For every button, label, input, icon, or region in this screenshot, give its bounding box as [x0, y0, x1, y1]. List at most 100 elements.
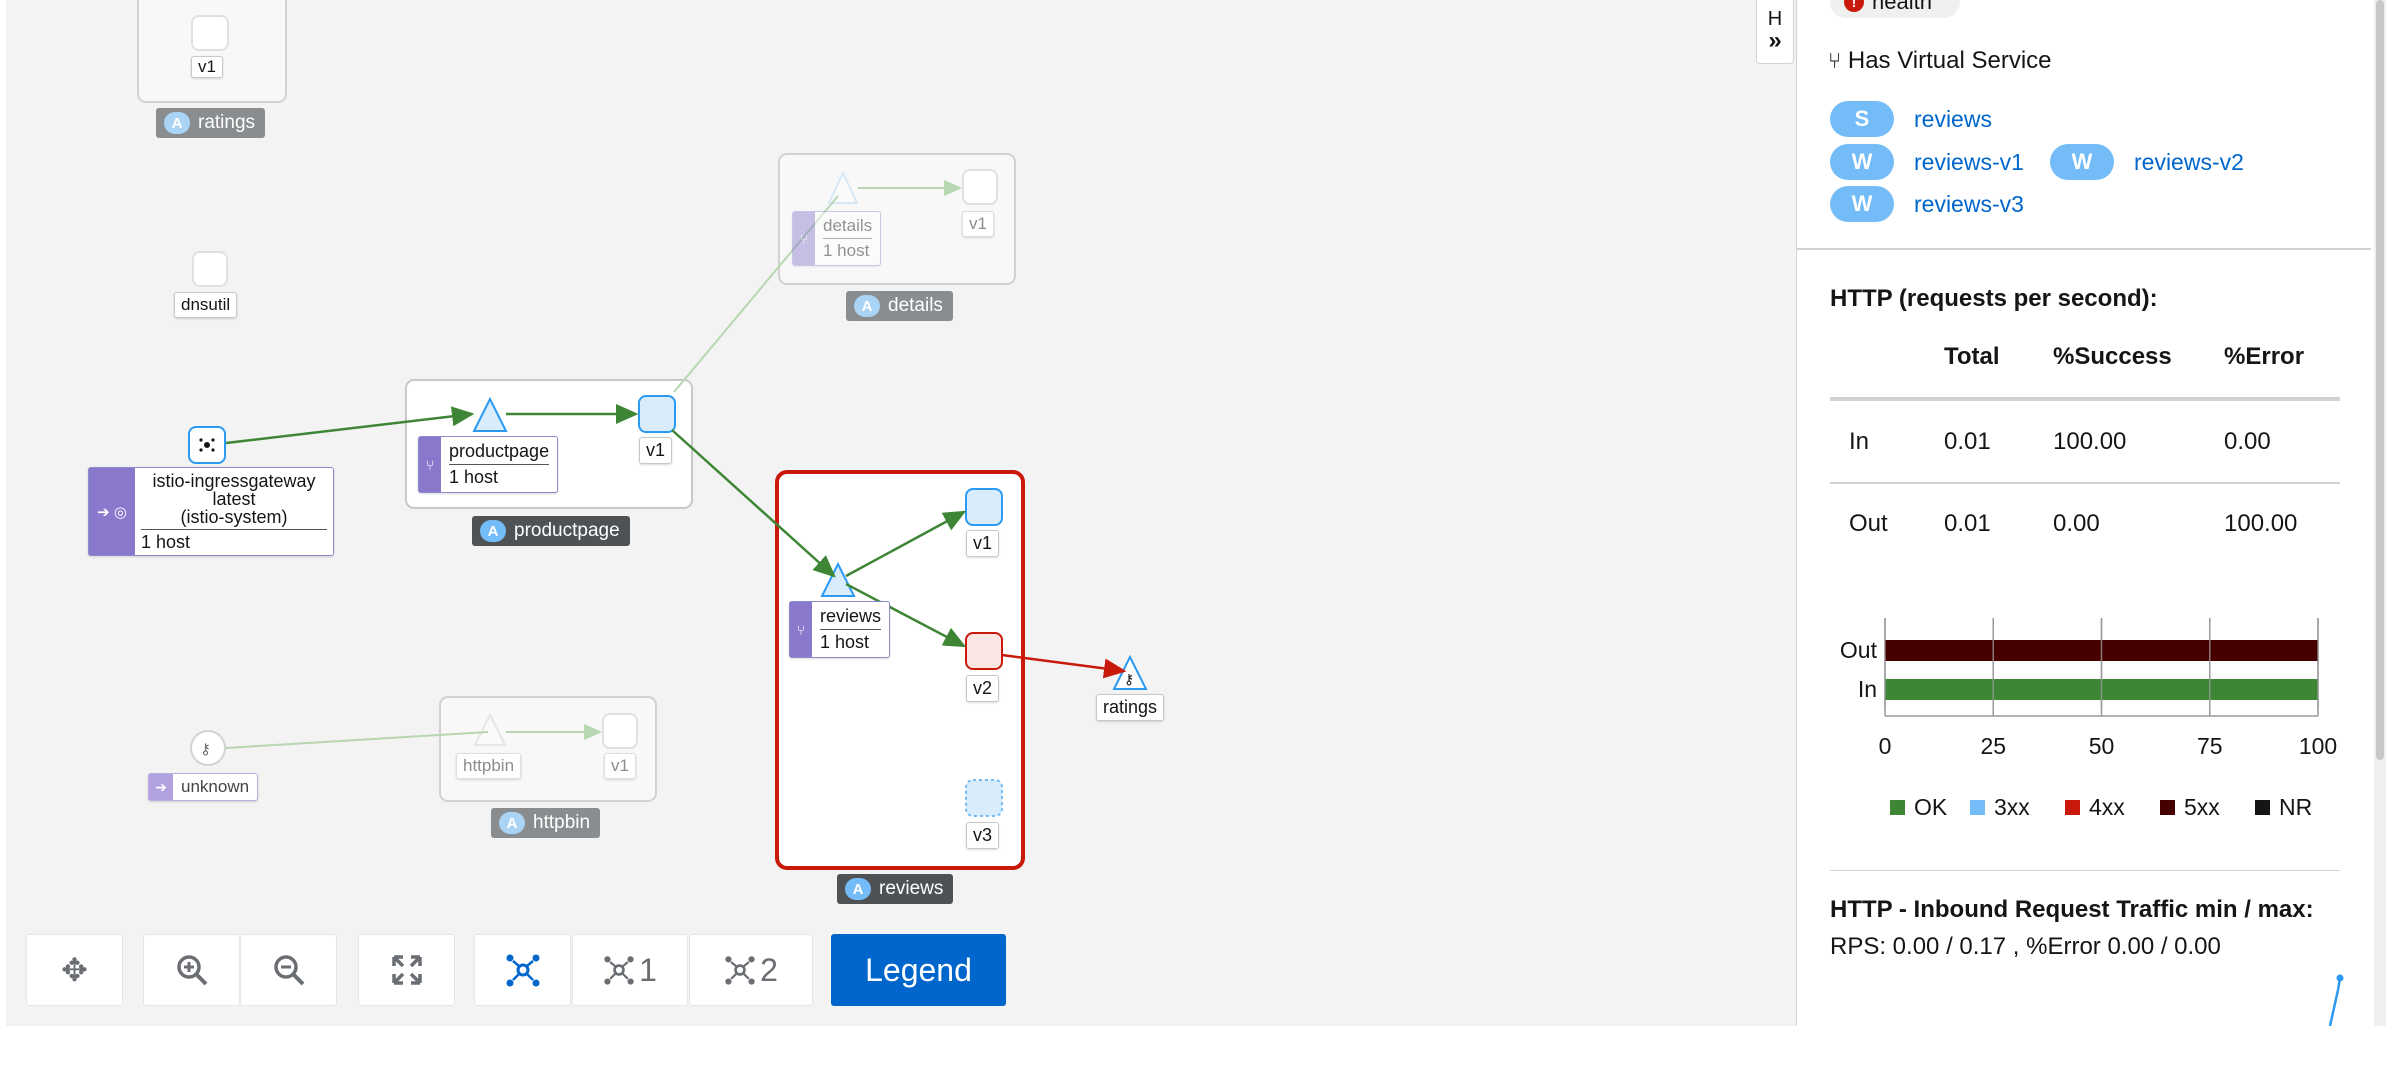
- reviews-v3-label: v3: [966, 822, 1000, 849]
- reviews-v2-label: v2: [966, 675, 1000, 702]
- reviews-v1-node: [965, 488, 1003, 526]
- workload-link-reviews-v1[interactable]: reviews-v1: [1914, 149, 2024, 176]
- unknown-icon: ➔: [149, 774, 173, 800]
- pan-button[interactable]: ✥: [26, 934, 123, 1006]
- health-badge: ! health: [1830, 0, 1960, 18]
- zoom-out-button[interactable]: [240, 934, 337, 1006]
- app-badge: A: [164, 112, 190, 134]
- service-badge: S: [1830, 101, 1894, 137]
- layout-default-icon: [506, 954, 539, 987]
- legend-swatch-ok: [1890, 800, 1905, 815]
- unknown-label[interactable]: ➔ unknown: [148, 773, 259, 801]
- traffic-chart: 0 25 50 75 100 Out In OK 3xx 4xx 5xx NR: [1840, 618, 2337, 820]
- legend-swatch-5xx: [2160, 800, 2175, 815]
- hide-label: H: [1767, 8, 1783, 30]
- productpage-service-name: productpage: [449, 439, 550, 465]
- layout-1-icon: [604, 956, 634, 985]
- section-divider: [1797, 248, 2371, 250]
- table-cell: 0.01: [1944, 428, 1991, 455]
- layout-2-icon: [725, 956, 755, 985]
- reviews-hosts: 1 host: [820, 632, 870, 652]
- productpage-hosts: 1 host: [449, 467, 499, 487]
- details-service-label[interactable]: ⑂ details 1 host: [792, 211, 882, 266]
- gateway-version: latest: [212, 489, 256, 509]
- details-service-name: details: [823, 214, 873, 239]
- details-app-label[interactable]: A details: [846, 291, 953, 321]
- legend-label-ok: OK: [1914, 794, 1948, 820]
- gateway-icons: ➔ ◎: [89, 468, 135, 555]
- pan-icon: ✥: [61, 952, 88, 988]
- category-label: In: [1858, 676, 1877, 702]
- svg-text:⚷: ⚷: [1124, 672, 1134, 688]
- table-header-success: %Success: [2053, 343, 2172, 370]
- app-badge: A: [499, 812, 525, 834]
- scrollbar-thumb[interactable]: [2376, 0, 2384, 760]
- layout-1-button[interactable]: 1: [572, 934, 688, 1006]
- ratings-v1-label: v1: [191, 56, 223, 78]
- layout-2-button[interactable]: 2: [689, 934, 813, 1006]
- zoom-in-button[interactable]: [143, 934, 240, 1006]
- details-hosts: 1 host: [823, 241, 870, 260]
- workload-link-reviews-v2[interactable]: reviews-v2: [2134, 149, 2244, 176]
- x-tick-label: 50: [2089, 733, 2115, 759]
- legend-label-3xx: 3xx: [1994, 794, 2030, 820]
- x-tick-label: 100: [2299, 733, 2337, 759]
- table-cell: 100.00: [2224, 510, 2298, 537]
- ratings-app-name: ratings: [198, 112, 256, 133]
- service-link-reviews[interactable]: reviews: [1914, 106, 1992, 133]
- inbound-stats: RPS: 0.00 / 0.17 , %Error 0.00 / 0.00: [1830, 933, 2221, 960]
- reviews-v3-node: [965, 779, 1003, 817]
- table-cell: 0.00: [2053, 510, 2100, 537]
- reviews-app-name: reviews: [879, 878, 944, 899]
- httpbin-app-name: httpbin: [533, 812, 591, 833]
- reviews-v1-label: v1: [966, 530, 1000, 557]
- branch-icon: ⑂: [793, 212, 815, 265]
- health-label: health: [1872, 0, 1932, 14]
- error-icon: !: [1844, 0, 1864, 12]
- graph-canvas[interactable]: ⚷ ⚷ v1 A ratings dnsutil ⑂ details 1 hos…: [6, 0, 1796, 1026]
- productpage-v1-label: v1: [639, 437, 673, 464]
- ratings-v1-node: [191, 15, 229, 51]
- productpage-service-label[interactable]: ⑂ productpage 1 host: [418, 436, 559, 493]
- dnsutil-label: dnsutil: [174, 292, 238, 318]
- inbound-title: HTTP - Inbound Request Traffic min / max…: [1830, 896, 2314, 923]
- ratings-service-label: ratings: [1096, 694, 1165, 721]
- gateway-label[interactable]: ➔ ◎ istio-ingressgateway latest (istio-s…: [88, 467, 334, 556]
- ratings-app-label[interactable]: A ratings: [156, 108, 266, 138]
- reviews-app-label[interactable]: A reviews: [837, 874, 954, 904]
- table-cell: Out: [1849, 510, 1888, 537]
- gateway-namespace: (istio-system): [141, 508, 327, 530]
- table-cell: 100.00: [2053, 428, 2127, 455]
- layout-default-button[interactable]: [474, 934, 571, 1006]
- table-header-total: Total: [1944, 343, 2000, 370]
- fit-icon: [391, 955, 422, 985]
- unknown-name: unknown: [181, 777, 250, 796]
- gateway-hosts: 1 host: [141, 532, 191, 552]
- httpbin-service-label: httpbin: [456, 753, 522, 779]
- workload-link-reviews-v3[interactable]: reviews-v3: [1914, 191, 2024, 218]
- x-tick-label: 0: [1879, 733, 1892, 759]
- reviews-service-name: reviews: [820, 604, 882, 630]
- x-tick-label: 25: [1980, 733, 2006, 759]
- legend-swatch-3xx: [1970, 800, 1985, 815]
- table-row-divider: [1830, 482, 2340, 484]
- zoom-out-icon: [273, 955, 304, 986]
- sparkline-point: [2336, 974, 2344, 982]
- legend-button[interactable]: Legend: [831, 934, 1006, 1006]
- app-badge: A: [480, 520, 506, 542]
- fit-button[interactable]: [358, 934, 455, 1006]
- details-app-name: details: [888, 295, 943, 316]
- hide-panel-tab[interactable]: H »: [1756, 0, 1794, 64]
- zoom-in-icon: [176, 955, 207, 986]
- app-badge: A: [854, 295, 880, 317]
- sparkline-line: [2328, 977, 2342, 1026]
- reviews-service-label[interactable]: ⑂ reviews 1 host: [789, 601, 891, 658]
- x-tick-label: 75: [2197, 733, 2223, 759]
- legend-label-4xx: 4xx: [2089, 794, 2125, 820]
- httpbin-app-label[interactable]: A httpbin: [491, 808, 601, 838]
- http-title: HTTP (requests per second):: [1830, 285, 2158, 312]
- table-header-divider: [1830, 397, 2340, 401]
- inbound-sparkline: [2328, 974, 2344, 1026]
- productpage-app-label[interactable]: A productpage: [472, 516, 630, 546]
- table-cell: 0.01: [1944, 510, 1991, 537]
